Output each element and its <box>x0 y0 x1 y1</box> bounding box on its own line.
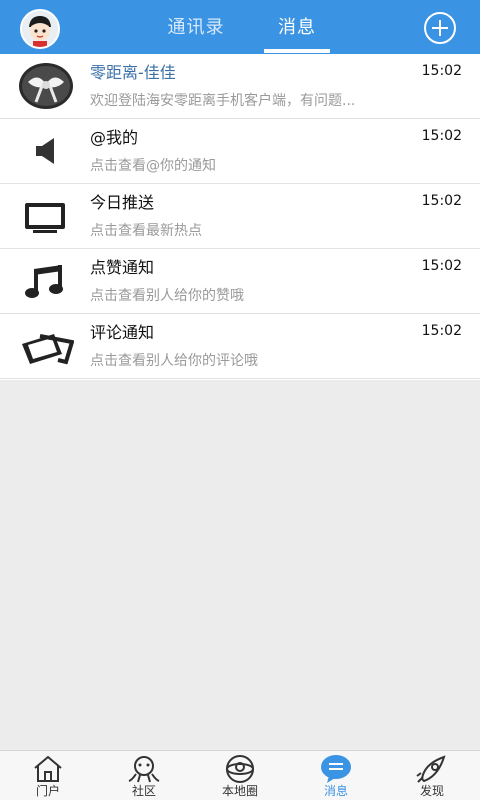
message-title: 点赞通知 <box>90 258 155 277</box>
message-preview: 欢迎登陆海安零距离手机客户端，有问题... <box>90 93 356 109</box>
list-item[interactable]: @我的 15:02 点击查看@你的通知 <box>0 119 480 184</box>
nav-item-community[interactable]: 社区 <box>96 751 192 800</box>
nav-item-local-circle[interactable]: 本地圈 <box>192 751 288 800</box>
message-time: 15:02 <box>421 193 462 209</box>
list-item[interactable]: 点赞通知 15:02 点击查看别人给你的赞哦 <box>0 249 480 314</box>
user-photo-avatar <box>18 62 74 110</box>
message-preview: 点击查看@你的通知 <box>90 158 216 174</box>
message-time: 15:02 <box>421 258 462 274</box>
message-time: 15:02 <box>421 128 462 144</box>
music-note-icon <box>18 257 74 305</box>
nav-label: 门户 <box>35 784 60 798</box>
message-list: 零距离-佳佳 15:02 欢迎登陆海安零距离手机客户端，有问题... @我的 1… <box>0 54 480 380</box>
message-bubble-icon <box>318 754 354 784</box>
local-circle-icon <box>222 754 258 784</box>
rocket-icon <box>414 754 450 784</box>
bottom-navigation: 门户 社区 本地圈 消息 发现 <box>0 750 480 800</box>
message-title: 评论通知 <box>90 323 155 342</box>
nav-label: 消息 <box>323 784 348 798</box>
nav-item-discover[interactable]: 发现 <box>384 751 480 800</box>
monitor-icon <box>18 192 74 240</box>
nav-label: 发现 <box>419 784 444 798</box>
message-preview: 点击查看别人给你的赞哦 <box>90 288 244 304</box>
message-title: @我的 <box>90 128 139 147</box>
message-title: 零距离-佳佳 <box>90 63 176 82</box>
message-time: 15:02 <box>421 63 462 79</box>
home-icon <box>30 754 66 784</box>
list-item[interactable]: 今日推送 15:02 点击查看最新热点 <box>0 184 480 249</box>
add-button[interactable] <box>424 12 456 44</box>
list-item[interactable]: 评论通知 15:02 点击查看别人给你的评论哦 <box>0 314 480 379</box>
nav-label: 本地圈 <box>221 784 258 798</box>
community-icon <box>126 754 162 784</box>
speaker-icon <box>18 127 74 175</box>
message-preview: 点击查看最新热点 <box>90 223 202 239</box>
nav-label: 社区 <box>131 784 156 798</box>
cartoon-avatar-icon <box>22 11 58 47</box>
message-time: 15:02 <box>421 323 462 339</box>
list-item[interactable]: 零距离-佳佳 15:02 欢迎登陆海安零距离手机客户端，有问题... <box>0 54 480 119</box>
active-tab-indicator <box>264 49 330 53</box>
tab-messages[interactable]: 消息 <box>266 13 328 43</box>
nav-item-messages[interactable]: 消息 <box>288 751 384 800</box>
message-preview: 点击查看别人给你的评论哦 <box>90 353 258 369</box>
nav-item-portal[interactable]: 门户 <box>0 751 96 800</box>
top-header: 通讯录 消息 <box>0 0 480 54</box>
user-avatar[interactable] <box>20 9 60 49</box>
tab-contacts[interactable]: 通讯录 <box>158 13 234 43</box>
message-title: 今日推送 <box>90 193 155 212</box>
comment-card-icon <box>18 322 75 370</box>
